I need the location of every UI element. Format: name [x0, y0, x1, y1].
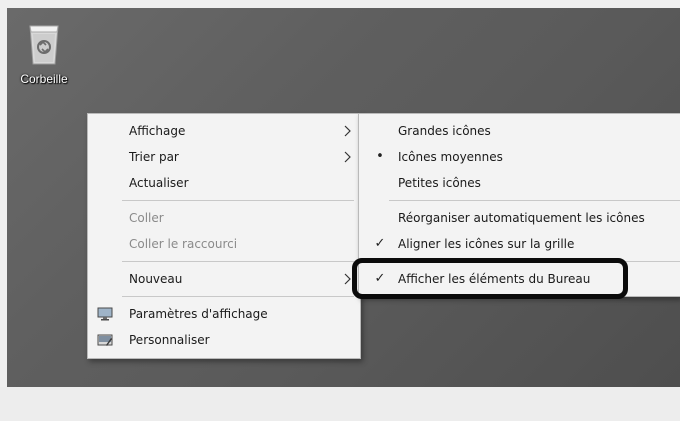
- submenu-item-icones-moyennes[interactable]: • Icônes moyennes: [359, 144, 680, 170]
- menu-item-label: Coller: [129, 211, 164, 225]
- submenu-item-grandes-icones[interactable]: Grandes icônes: [359, 118, 680, 144]
- menu-separator: [122, 296, 354, 297]
- checkmark-icon: ✓: [374, 271, 386, 286]
- menu-separator: [122, 200, 354, 201]
- checkmark-icon: ✓: [374, 236, 386, 251]
- menu-item-coller-raccourci: Coller le raccourci: [88, 231, 360, 257]
- menu-separator: [389, 200, 680, 201]
- submenu-item-label: Aligner les icônes sur la grille: [398, 237, 575, 251]
- radio-bullet-icon: •: [376, 149, 384, 164]
- desktop-context-menu: Affichage Trier par Actualiser Coller Co…: [87, 113, 361, 359]
- top-margin: [0, 0, 680, 8]
- submenu-item-petites-icones[interactable]: Petites icônes: [359, 170, 680, 196]
- submenu-item-aligner-grille[interactable]: ✓ Aligner les icônes sur la grille: [359, 231, 680, 257]
- left-margin: [0, 8, 7, 387]
- display-settings-icon: [97, 307, 113, 321]
- menu-item-label: Nouveau: [129, 272, 183, 286]
- chevron-right-icon: [342, 266, 354, 292]
- view-submenu: Grandes icônes • Icônes moyennes Petites…: [358, 113, 680, 297]
- menu-item-coller: Coller: [88, 205, 360, 231]
- submenu-item-label: Petites icônes: [398, 176, 481, 190]
- chevron-right-icon: [342, 118, 354, 144]
- menu-item-trier-par[interactable]: Trier par: [88, 144, 360, 170]
- menu-item-personnaliser[interactable]: Personnaliser: [88, 327, 360, 353]
- menu-item-label: Actualiser: [129, 176, 189, 190]
- menu-item-nouveau[interactable]: Nouveau: [88, 266, 360, 292]
- menu-item-parametres-affichage[interactable]: Paramètres d'affichage: [88, 301, 360, 327]
- submenu-item-label: Afficher les éléments du Bureau: [398, 272, 591, 286]
- recycle-bin-icon: [29, 25, 59, 65]
- menu-item-label: Coller le raccourci: [129, 237, 238, 251]
- submenu-item-label: Grandes icônes: [398, 124, 491, 138]
- menu-item-affichage[interactable]: Affichage: [88, 118, 360, 144]
- menu-item-label: Paramètres d'affichage: [129, 307, 268, 321]
- bottom-margin: [0, 387, 680, 421]
- chevron-right-icon: [342, 144, 354, 170]
- submenu-item-label: Réorganiser automatiquement les icônes: [398, 211, 645, 225]
- submenu-item-label: Icônes moyennes: [398, 150, 503, 164]
- menu-separator: [389, 261, 680, 262]
- recycle-bin-label: Corbeille: [20, 72, 68, 86]
- menu-separator: [122, 261, 354, 262]
- menu-item-label: Personnaliser: [129, 333, 210, 347]
- personalize-icon: [97, 334, 113, 346]
- submenu-item-afficher-elements-bureau[interactable]: ✓ Afficher les éléments du Bureau: [359, 266, 680, 292]
- menu-item-label: Trier par: [129, 150, 179, 164]
- submenu-item-reorganiser-auto[interactable]: Réorganiser automatiquement les icônes: [359, 205, 680, 231]
- menu-item-actualiser[interactable]: Actualiser: [88, 170, 360, 196]
- menu-item-label: Affichage: [129, 124, 186, 138]
- recycle-bin-shortcut[interactable]: Corbeille: [9, 18, 79, 98]
